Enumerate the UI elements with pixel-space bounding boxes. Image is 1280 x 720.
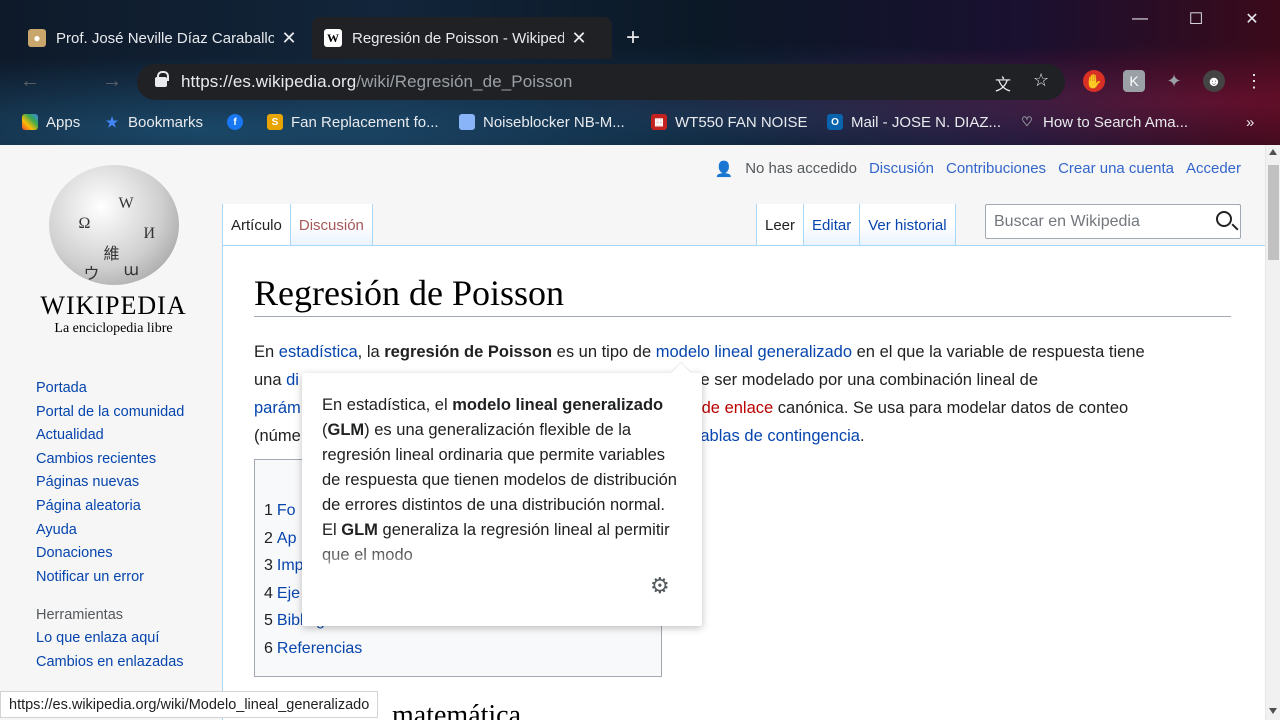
back-arrow-icon[interactable]: ← xyxy=(20,70,40,93)
toc-item[interactable]: 1 Fo xyxy=(264,502,296,520)
bookmark-fan-replacement[interactable]: S Fan Replacement fo... xyxy=(267,112,439,132)
sidebar-item-aleatoria[interactable]: Página aleatoria xyxy=(36,495,184,519)
toc-item[interactable]: 3 Imp xyxy=(264,557,304,575)
search-placeholder: Buscar en Wikipedia xyxy=(994,213,1140,230)
tab-title: Prof. José Neville Díaz Caraballo xyxy=(56,29,274,47)
tab-prof-jose[interactable]: ● Prof. José Neville Díaz Caraballo ✕ xyxy=(16,17,312,59)
tab-title: Regresión de Poisson - Wikipedia xyxy=(352,29,564,47)
search-icon[interactable] xyxy=(1216,211,1232,227)
user-icon: 👤 xyxy=(714,161,734,178)
page-title: Regresión de Poisson xyxy=(254,273,564,313)
bookmarks-overflow-icon[interactable]: » xyxy=(1246,112,1254,132)
search-input[interactable]: Buscar en Wikipedia xyxy=(985,204,1241,239)
star-icon[interactable]: ☆ xyxy=(1033,70,1049,91)
avatar[interactable]: ☻ xyxy=(1203,70,1225,92)
profile-favicon-icon: ● xyxy=(28,29,46,47)
sidebar-item-portal[interactable]: Portal de la comunidad xyxy=(36,401,184,425)
menu-kebab-icon[interactable]: ⋮ xyxy=(1243,70,1265,92)
lock-icon xyxy=(155,71,169,87)
gear-icon[interactable]: ⚙ xyxy=(650,573,670,598)
bookmark-mail[interactable]: O Mail - JOSE N. DIAZ... xyxy=(827,112,1001,132)
user-menu: 👤 No has accedido Discusión Contribucion… xyxy=(715,160,1241,178)
bookmark-noiseblocker[interactable]: Noiseblocker NB-M... xyxy=(459,112,625,132)
fan-icon: S xyxy=(267,114,283,130)
toc-item[interactable]: 6 Referencias xyxy=(264,640,362,658)
bookmark-apps[interactable]: Apps xyxy=(22,112,80,132)
apps-grid-icon xyxy=(22,114,38,130)
note-icon xyxy=(459,114,475,130)
facebook-icon: f xyxy=(227,114,243,130)
minimize-button[interactable]: — xyxy=(1112,0,1168,38)
wikipedia-favicon-icon: W xyxy=(324,29,342,47)
tools-heading: Herramientas xyxy=(36,607,124,624)
bookmark-facebook[interactable]: f xyxy=(227,112,251,132)
link-tablas-contingencia[interactable]: tablas de contingencia xyxy=(696,427,860,445)
forward-arrow-icon[interactable]: → xyxy=(102,70,122,93)
outlook-icon: O xyxy=(827,114,843,130)
sidebar-item-ayuda[interactable]: Ayuda xyxy=(36,519,184,543)
extension-k-icon[interactable]: K xyxy=(1123,70,1145,92)
wikipedia-logo[interactable]: ΩWИ維ウա Wikipedia La enciclopedia libre xyxy=(36,165,191,337)
sidebar-item-cambios[interactable]: Cambios recientes xyxy=(36,448,184,472)
sidebar-item-donaciones[interactable]: Donaciones xyxy=(36,542,184,566)
close-tab-icon[interactable]: ✕ xyxy=(570,28,588,49)
sidebar-item-enlaza[interactable]: Lo que enlaza aquí xyxy=(36,627,184,651)
link-crear-cuenta[interactable]: Crear una cuenta xyxy=(1058,160,1174,178)
bookmark-wt550[interactable]: ▦ WT550 FAN NOISE xyxy=(651,112,808,132)
link-parametros[interactable]: parám xyxy=(254,399,301,417)
scrollbar[interactable] xyxy=(1265,145,1280,720)
view-tabs: Leer Editar Ver historial xyxy=(756,204,956,245)
puzzle-globe-icon: ΩWИ維ウա xyxy=(48,165,179,285)
sidebar-item-paginas-nuevas[interactable]: Páginas nuevas xyxy=(36,471,184,495)
section-heading: matemática xyxy=(392,700,522,720)
text-fade xyxy=(302,543,702,583)
link-distribucion[interactable]: di xyxy=(286,371,299,389)
tab-regresion-poisson[interactable]: W Regresión de Poisson - Wikipedia ✕ xyxy=(312,17,612,59)
link-modelo-lineal-generalizado[interactable]: modelo lineal generalizado xyxy=(656,343,852,361)
bookmark-bookmarks[interactable]: ★ Bookmarks xyxy=(104,112,203,132)
tab-leer[interactable]: Leer xyxy=(756,204,805,245)
sidebar-navigation: Portada Portal de la comunidad Actualida… xyxy=(36,377,184,675)
adblock-extension-icon[interactable]: ✋ xyxy=(1083,70,1105,92)
address-bar[interactable]: https://es.wikipedia.org/wiki/Regresión_… xyxy=(137,64,1065,100)
sidebar-item-cambios-enlazadas[interactable]: Cambios en enlazadas xyxy=(36,651,184,675)
link-acceder[interactable]: Acceder xyxy=(1186,160,1241,178)
sidebar-item-actualidad[interactable]: Actualidad xyxy=(36,424,184,448)
sidebar-item-portada[interactable]: Portada xyxy=(36,377,184,401)
bookmark-how-to-search[interactable]: ♡ How to Search Ama... xyxy=(1019,112,1188,132)
preview-text: En estadística, el modelo lineal general… xyxy=(322,396,677,564)
tab-editar[interactable]: Editar xyxy=(804,204,861,245)
link-estadistica[interactable]: estadística xyxy=(279,343,358,361)
new-tab-button[interactable]: + xyxy=(626,24,640,52)
url-text: https://es.wikipedia.org/wiki/Regresión_… xyxy=(181,72,573,91)
translate-icon[interactable]: 文 xyxy=(995,71,1011,95)
link-discusion[interactable]: Discusión xyxy=(869,160,934,178)
link-preview-popup[interactable]: En estadística, el modelo lineal general… xyxy=(302,373,702,626)
tab-articulo[interactable]: Artículo xyxy=(222,204,291,245)
not-logged-in-text: No has accedido xyxy=(745,160,857,177)
tab-ver-historial[interactable]: Ver historial xyxy=(860,204,956,245)
scroll-down-icon[interactable] xyxy=(1269,708,1277,714)
tagline: La enciclopedia libre xyxy=(54,321,173,336)
calendar-icon: ▦ xyxy=(651,114,667,130)
close-tab-icon[interactable]: ✕ xyxy=(280,28,298,49)
maximize-button[interactable]: ☐ xyxy=(1168,0,1224,38)
title-divider xyxy=(254,316,1231,317)
sidebar-item-notificar[interactable]: Notificar un error xyxy=(36,566,184,590)
link-contribuciones[interactable]: Contribuciones xyxy=(946,160,1046,178)
bookmark-star-icon: ★ xyxy=(105,113,119,130)
toc-item[interactable]: 2 Ap xyxy=(264,530,296,548)
heart-icon: ♡ xyxy=(1021,114,1033,129)
close-window-button[interactable]: ✕ xyxy=(1224,0,1280,38)
scrollbar-thumb[interactable] xyxy=(1268,165,1279,260)
scroll-up-icon[interactable] xyxy=(1269,149,1277,155)
toc-item[interactable]: 4 Eje xyxy=(264,585,300,603)
puzzle-extensions-icon[interactable]: ✦ xyxy=(1163,70,1185,92)
tab-discusion[interactable]: Discusión xyxy=(290,204,373,245)
wikipedia-wordmark: Wikipedia xyxy=(40,291,187,320)
status-url-bar: https://es.wikipedia.org/wiki/Modelo_lin… xyxy=(0,691,379,718)
namespace-tabs: Artículo Discusión xyxy=(222,204,373,245)
